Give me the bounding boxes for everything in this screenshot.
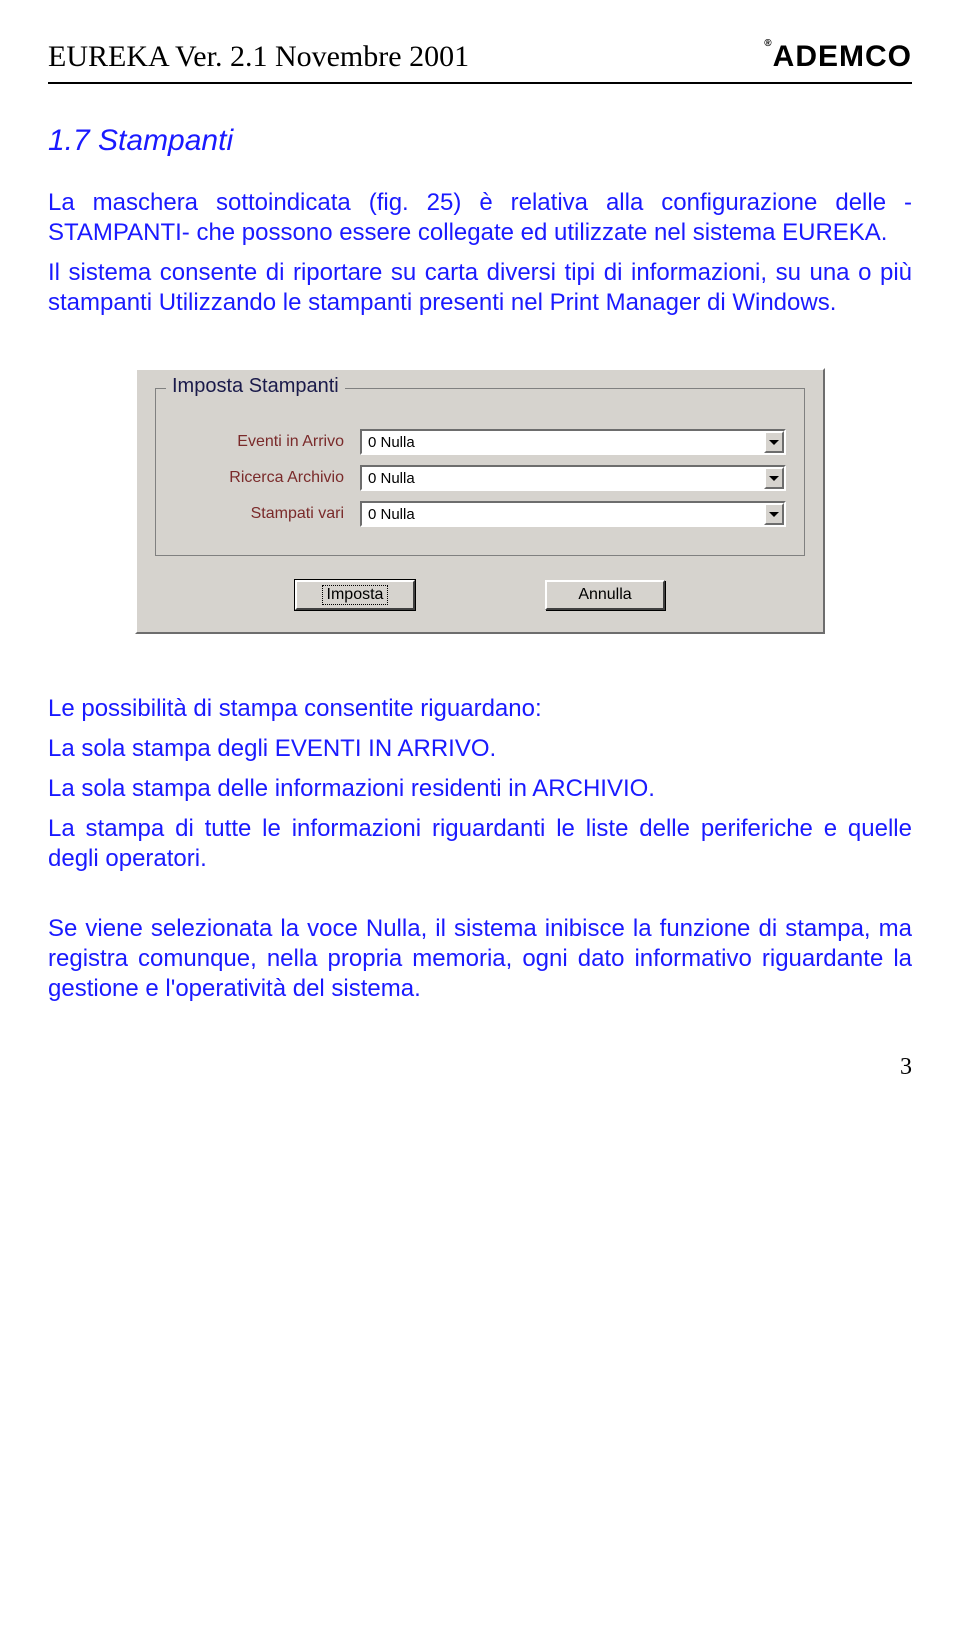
printer-settings-dialog: Imposta Stampanti Eventi in Arrivo 0 Nul… xyxy=(135,368,825,634)
dropdown-button[interactable] xyxy=(764,503,784,525)
paragraph-periferiche: La stampa di tutte le informazioni rigua… xyxy=(48,814,912,874)
button-label: Imposta xyxy=(322,585,389,605)
document-title: EUREKA Ver. 2.1 Novembre 2001 xyxy=(48,40,469,74)
dialog-button-row: Imposta Annulla xyxy=(155,580,805,610)
field-row-ricerca: Ricerca Archivio 0 Nulla xyxy=(174,465,786,491)
paragraph-archivio: La sola stampa delle informazioni reside… xyxy=(48,774,912,804)
annulla-button[interactable]: Annulla xyxy=(545,580,665,610)
button-label: Annulla xyxy=(578,586,631,603)
dropdown-eventi-arrivo[interactable]: 0 Nulla xyxy=(360,429,786,455)
dropdown-button[interactable] xyxy=(764,431,784,453)
dropdown-value: 0 Nulla xyxy=(362,506,764,523)
paragraph-eventi: La sola stampa degli EVENTI IN ARRIVO. xyxy=(48,734,912,764)
label-eventi-arrivo: Eventi in Arrivo xyxy=(174,433,360,451)
brand-text: ADEMCO xyxy=(773,40,912,73)
field-row-eventi: Eventi in Arrivo 0 Nulla xyxy=(174,429,786,455)
paragraph-nulla: Se viene selezionata la voce Nulla, il s… xyxy=(48,914,912,1004)
label-ricerca-archivio: Ricerca Archivio xyxy=(174,469,360,487)
document-page: EUREKA Ver. 2.1 Novembre 2001 ®ADEMCO 1.… xyxy=(0,0,960,1121)
dropdown-value: 0 Nulla xyxy=(362,470,764,487)
paragraph-intro-1: La maschera sottoindicata (fig. 25) è re… xyxy=(48,188,912,248)
header-divider xyxy=(48,82,912,84)
page-header: EUREKA Ver. 2.1 Novembre 2001 ®ADEMCO xyxy=(48,40,912,74)
dropdown-ricerca-archivio[interactable]: 0 Nulla xyxy=(360,465,786,491)
chevron-down-icon xyxy=(769,512,779,517)
chevron-down-icon xyxy=(769,440,779,445)
chevron-down-icon xyxy=(769,476,779,481)
field-row-stampati: Stampati vari 0 Nulla xyxy=(174,501,786,527)
groupbox-imposta-stampanti: Imposta Stampanti Eventi in Arrivo 0 Nul… xyxy=(155,388,805,556)
section-heading: 1.7 Stampanti xyxy=(48,124,912,158)
brand-logo: ®ADEMCO xyxy=(754,40,912,74)
dropdown-stampati-vari[interactable]: 0 Nulla xyxy=(360,501,786,527)
registered-mark: ® xyxy=(764,38,772,49)
paragraph-intro-2: Il sistema consente di riportare su cart… xyxy=(48,258,912,318)
imposta-button[interactable]: Imposta xyxy=(295,580,415,610)
groupbox-title: Imposta Stampanti xyxy=(166,375,345,398)
page-number: 3 xyxy=(48,1054,912,1081)
dialog-screenshot: Imposta Stampanti Eventi in Arrivo 0 Nul… xyxy=(48,368,912,634)
label-stampati-vari: Stampati vari xyxy=(174,505,360,523)
dropdown-value: 0 Nulla xyxy=(362,434,764,451)
dropdown-button[interactable] xyxy=(764,467,784,489)
paragraph-possibilities: Le possibilità di stampa consentite rigu… xyxy=(48,694,912,724)
